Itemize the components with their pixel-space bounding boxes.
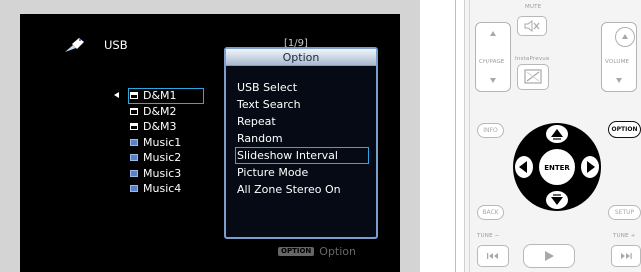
down-icon [490,78,496,83]
option-menu-item[interactable]: Text Search [235,96,376,113]
file-item[interactable]: Music3 [128,166,204,182]
play-button[interactable] [523,244,575,268]
option-menu-item[interactable]: Repeat [235,113,376,130]
option-badge: OPTION [278,247,315,256]
tune-plus-label: TUNE + [613,233,636,239]
option-menu-item[interactable]: Slideshow Interval [235,147,369,164]
tv-display: USB [1/9] D&M1 D&M2 D&M3 Music1 Music2 Music3… [20,14,400,272]
volume-up-button[interactable] [615,27,635,47]
file-item[interactable]: D&M2 [128,104,204,120]
file-item-label: Music3 [143,166,182,180]
enter-label: ENTER [544,164,570,172]
file-list: D&M1 D&M2 D&M3 Music1 Music2 Music3 Music4 [128,88,204,197]
option-hint: OPTION Option [278,245,356,258]
music-file-icon [130,185,138,192]
file-item[interactable]: Music2 [128,150,204,166]
skip-back-icon [487,253,498,259]
music-file-icon [130,138,138,146]
tune-minus-label: TUNE − [477,233,500,239]
folder-icon [130,123,138,130]
file-item-label: D&M2 [143,104,177,118]
option-menu-item[interactable]: All Zone Stereo On [235,181,376,198]
option-hint-label: Option [319,245,356,258]
up-icon [622,34,628,39]
option-list: USB Select Text Search Repeat Random Slidesh… [226,66,376,198]
remote-body: MUTE CH/PAGE InstaPrevue VOLUME INFO OPT… [464,0,641,272]
option-menu-item[interactable]: USB Select [235,79,376,96]
insta-prevue-icon [524,69,542,84]
option-menu-item[interactable]: Picture Mode [235,164,376,181]
play-icon [545,251,554,261]
tune-minus-button[interactable] [477,245,509,267]
ch-page-rocker[interactable] [475,22,511,92]
volume-label: VOLUME [605,59,630,65]
mute-label: MUTE [525,4,542,10]
skip-forward-icon [621,253,632,259]
up-icon [490,31,496,36]
left-arrow-icon [114,92,119,98]
tv-screen-panel: USB [1/9] D&M1 D&M2 D&M3 Music1 Music2 Music3… [0,0,420,272]
folder-icon [130,107,138,115]
usb-icon [65,38,84,52]
ch-page-label: CH/PAGE [479,59,505,65]
option-popup-title: Option [226,49,376,66]
file-item-label: D&M1 [143,89,177,102]
file-item[interactable]: D&M1 [128,88,204,104]
option-menu-item[interactable]: Random [235,130,376,147]
file-item-label: D&M3 [143,120,177,133]
music-file-icon [130,169,138,177]
option-popup: Option USB Select Text Search Repeat Random… [224,47,378,239]
source-label: USB [104,38,128,52]
remote-control-panel: MUTE CH/PAGE InstaPrevue VOLUME INFO OPT… [455,0,641,272]
file-item[interactable]: Music1 [128,135,204,151]
insta-prevue-button[interactable] [517,64,549,90]
folder-icon [130,92,138,99]
setup-button[interactable]: SETUP [608,205,641,220]
tune-plus-button[interactable] [611,245,641,267]
file-item-label: Music4 [143,182,182,195]
down-icon [616,78,622,83]
info-button[interactable]: INFO [477,123,504,138]
cursor-pad[interactable]: ENTER [510,120,604,214]
mute-button[interactable] [517,16,547,36]
file-item-label: Music2 [143,151,182,164]
file-item[interactable]: Music4 [128,181,204,197]
option-button[interactable]: OPTION [608,121,641,138]
file-item[interactable]: D&M3 [128,119,204,135]
file-item-label: Music1 [143,135,182,149]
back-button[interactable]: BACK [477,205,504,220]
mute-icon [524,20,540,32]
insta-prevue-label: InstaPrevue [515,56,550,62]
music-file-icon [130,154,138,161]
